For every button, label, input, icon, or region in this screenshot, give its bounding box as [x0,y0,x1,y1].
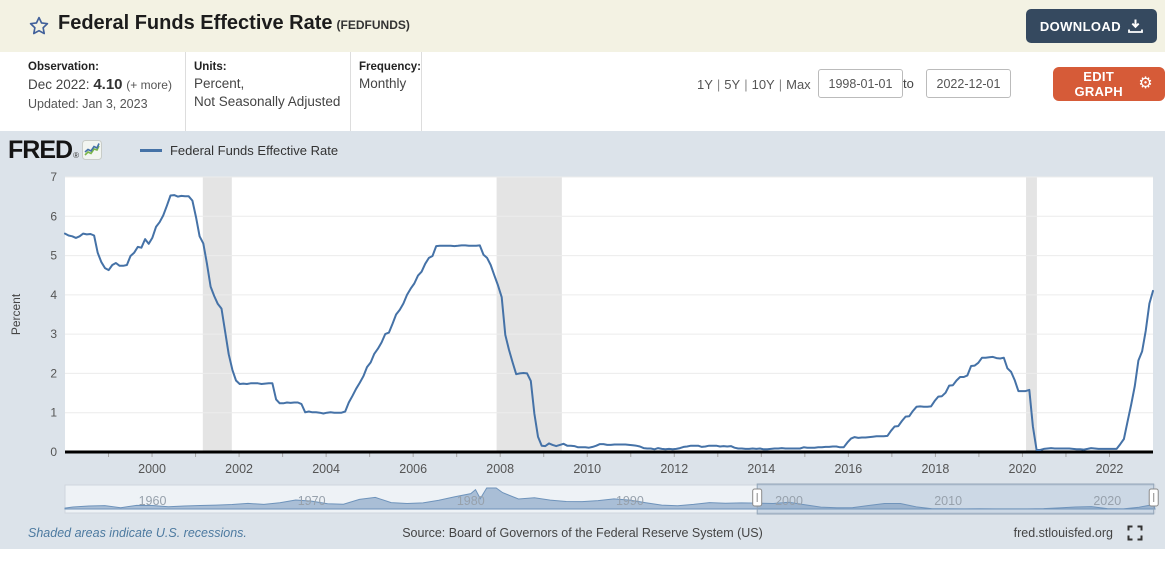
x-tick-label: 2022 [1096,462,1124,476]
y-axis-title: Percent [9,293,23,335]
slider-tick-label: 2020 [1093,494,1121,508]
main-line-chart[interactable]: 0 1 2 3 4 5 6 7 2000 2002 2004 2006 2008 2010 2012 2014… [0,165,1165,477]
series-id: (FEDFUNDS) [336,18,410,32]
units-cell: Units: Percent, Not Seasonally Adjusted [185,52,350,131]
range-separator: | [716,77,721,92]
fred-graph-widget: Federal Funds Effective Rate (FEDFUNDS) D… [0,0,1165,563]
range-separator: | [744,77,748,92]
observation-value: 4.10 [93,76,123,93]
x-tick-label: 2020 [1009,462,1037,476]
gear-icon: ⚙ [1138,75,1153,92]
x-tick-label: 2008 [486,462,514,476]
legend: Federal Funds Effective Rate [139,142,339,158]
observation-label: Observation: [28,61,99,73]
x-tick-label: 2000 [138,462,166,476]
range-link-max[interactable]: Max [786,77,811,92]
y-tick-label: 6 [50,209,57,223]
end-date-input[interactable] [926,69,1011,98]
edit-graph-button[interactable]: EDIT GRAPH ⚙ [1053,67,1165,101]
fullscreen-button[interactable] [1127,525,1143,541]
x-tick-label: 2016 [834,462,862,476]
recession-band [202,177,232,452]
slider-tick-label: 1960 [139,494,167,508]
x-tick-label: 2018 [921,462,949,476]
units-label: Units: [194,61,227,73]
download-icon [1128,19,1143,33]
page-title: Federal Funds Effective Rate (FEDFUNDS) [58,12,410,34]
x-tick-label: 2012 [660,462,688,476]
slider-tick-label: 1990 [616,494,644,508]
y-tick-label: 2 [50,366,57,380]
site-link[interactable]: fred.stlouisfed.org [1014,526,1113,540]
download-button[interactable]: DOWNLOAD [1025,9,1157,43]
x-tick-label: 2004 [312,462,340,476]
fred-logo-chart-icon [81,140,102,160]
date-range-slider[interactable]: 1960 1970 1980 1990 2000 2010 2020 [0,483,1165,517]
updated-date: Updated: Jan 3, 2023 [28,97,148,112]
range-link-10y[interactable]: 10Y [752,77,775,92]
y-tick-label: 4 [50,288,57,302]
range-link-1y[interactable]: 1Y [697,77,713,92]
legend-label: Federal Funds Effective Rate [169,142,339,158]
frequency-cell: Frequency: Monthly [350,52,422,131]
frequency-label: Frequency: [359,61,421,73]
recession-band [496,177,562,452]
series-header: Federal Funds Effective Rate (FEDFUNDS) D… [0,0,1165,52]
observation-date: Dec 2022: [28,77,90,92]
favorite-star-icon[interactable] [28,15,50,37]
y-tick-label: 1 [50,406,57,420]
units-value-line2: Not Seasonally Adjusted [194,94,341,110]
start-date-input[interactable] [818,69,903,98]
slider-tick-label: 2000 [775,494,803,508]
fred-logo[interactable]: FRED [8,137,73,163]
source-link[interactable]: Source: Board of Governors of the Federa… [0,526,1165,540]
x-tick-label: 2010 [573,462,601,476]
graph-footer: Shaded areas indicate U.S. recessions. S… [0,524,1165,544]
y-tick-label: 5 [50,249,57,263]
legend-line-swatch [139,148,162,152]
x-tick-label: 2014 [747,462,775,476]
observation-cell: Observation: Dec 2022: 4.10 (+ more) Upd… [0,52,185,131]
y-tick-label: 7 [50,170,57,184]
x-tick-label: 2002 [225,462,253,476]
graph-header-row: FRED ® Federal Funds Effective Rate [8,136,338,164]
date-range-to-label: to [903,76,914,91]
more-observations-link[interactable]: (+ more) [126,78,172,92]
range-link-5y[interactable]: 5Y [724,77,740,92]
slider-tick-label: 1980 [457,494,485,508]
frequency-value: Monthly [359,76,407,91]
y-tick-label: 0 [50,445,57,459]
slider-tick-label: 1970 [298,494,326,508]
y-tick-label: 3 [50,327,57,341]
zoom-range-links: 1Y | 5Y | 10Y | Max [697,77,811,92]
slider-tick-label: 2010 [934,494,962,508]
fred-logo-registered-mark: ® [73,150,79,160]
x-tick-label: 2006 [399,462,427,476]
units-value-line1: Percent, [194,76,245,91]
range-separator: | [778,77,783,92]
